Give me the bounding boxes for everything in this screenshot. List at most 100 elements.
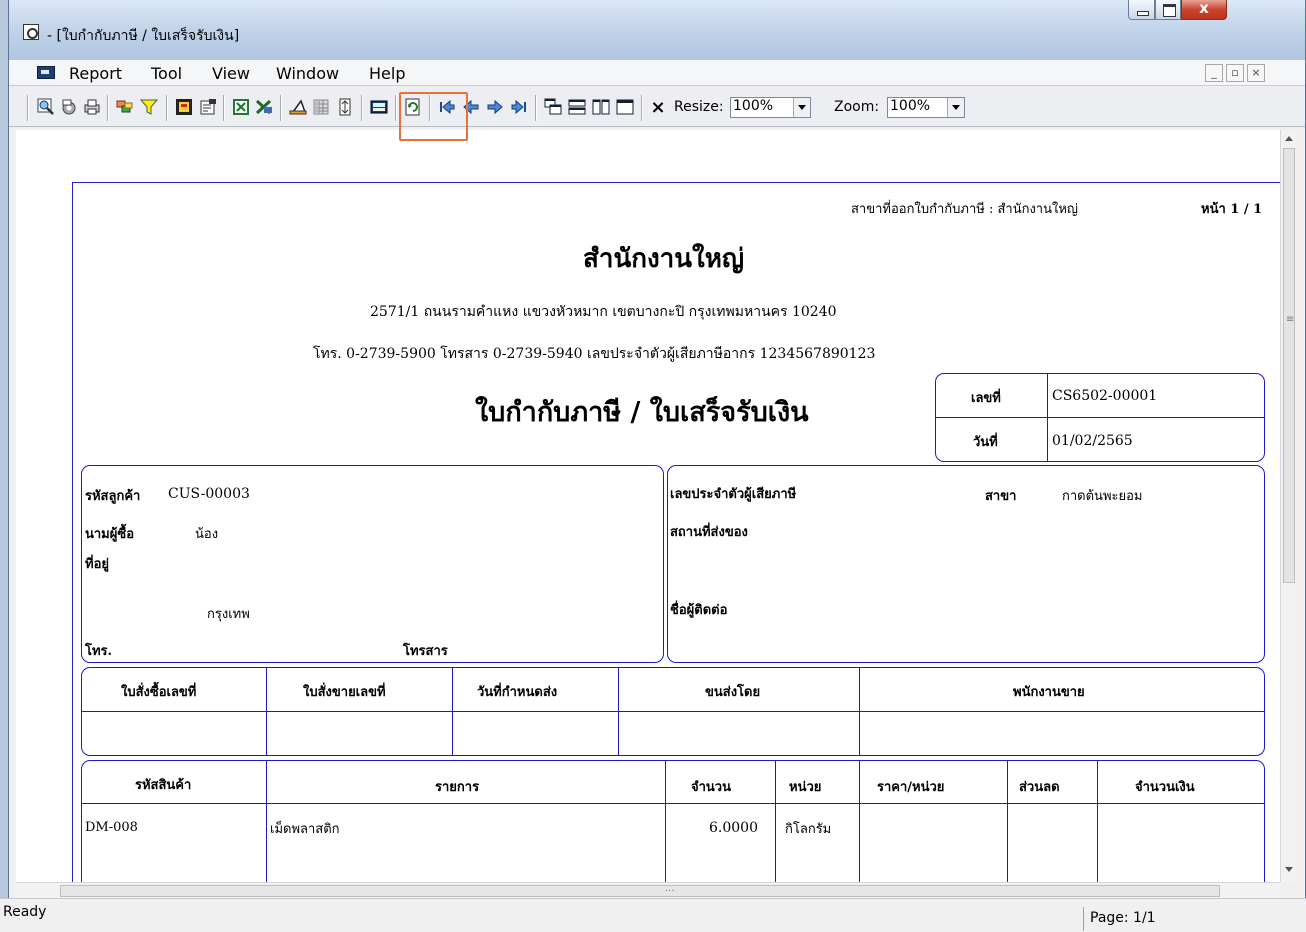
zoom-value: 100% [890, 98, 931, 114]
zoom-select[interactable]: 100% [887, 97, 965, 118]
document-icon[interactable] [37, 66, 55, 79]
resize-value: 100% [733, 98, 774, 114]
ship-label: สถานที่ส่งของ [670, 525, 748, 540]
taxid-label: เลขประจำตัวผู้เสียภาษี [670, 487, 797, 502]
group-icon[interactable] [115, 97, 135, 117]
order-header: ขนส่งโดย [705, 685, 761, 700]
minimize-button[interactable] [1128, 0, 1155, 20]
report-viewport[interactable]: สาขาที่ออกใบกำกับภาษี : สำนักงานใหญ่ หน้… [16, 130, 1289, 882]
item-qty: 6.0000 [709, 820, 758, 836]
status-bar: Ready Page: 1/1 [0, 898, 1306, 932]
print-icon[interactable] [82, 97, 102, 117]
date-label: วันที่ [973, 435, 998, 450]
tile-horizontal-icon[interactable] [567, 97, 587, 117]
menu-help[interactable]: Help [369, 64, 405, 83]
excel-export-icon[interactable] [231, 97, 251, 117]
branch-label: สาขาที่ออกใบกำกับภาษี : สำนักงานใหญ่ [851, 202, 1078, 217]
design-icon[interactable] [174, 97, 194, 117]
resize-select[interactable]: 100% [730, 97, 811, 118]
item-header: รายการ [435, 780, 480, 795]
company-contact: โทร. 0-2739-5900 โทรสาร 0-2739-5940 เลขป… [313, 346, 876, 362]
menu-bar: Report Tool View Window Help _ ▫ × [9, 60, 1305, 86]
mdi-minimize-button[interactable]: _ [1205, 64, 1223, 82]
zoom-label: Zoom: [834, 99, 880, 115]
menu-tool[interactable]: Tool [151, 64, 182, 83]
vertical-scroll-thumb[interactable]: ≡ [1283, 148, 1295, 583]
status-text: Ready [3, 904, 47, 920]
prev-page-icon[interactable] [461, 97, 481, 117]
zoom-icon[interactable] [36, 97, 56, 117]
tel-label: โทร. [85, 644, 113, 659]
tile-vertical-icon[interactable] [591, 97, 611, 117]
date-value: 01/02/2565 [1052, 433, 1133, 449]
address-label: ที่อยู่ [85, 557, 109, 572]
item-unit: กิโลกรัม [785, 822, 832, 837]
cascade-icon[interactable] [543, 97, 563, 117]
branch-value: กาดต้นพะยอม [1062, 489, 1143, 504]
scroll-down-icon[interactable] [1285, 867, 1293, 872]
item-header: จำนวนเงิน [1135, 780, 1195, 795]
next-page-icon[interactable] [485, 97, 505, 117]
order-header: พนักงานขาย [1013, 685, 1085, 700]
order-header: ใบสั่งขายเลขที่ [303, 685, 386, 700]
menu-window[interactable]: Window [276, 64, 339, 83]
company-name: สำนักงานใหญ่ [583, 244, 745, 274]
menu-view[interactable]: View [212, 64, 250, 83]
grid-icon[interactable] [311, 97, 331, 117]
item-header: รหัสสินค้า [135, 778, 192, 793]
fax-label: โทรสาร [403, 644, 448, 659]
print-preview-icon [23, 24, 39, 40]
document-title: ใบกำกับภาษี / ใบเสร็จรับเงิน [475, 397, 809, 428]
customer-code-label: รหัสลูกค้า [85, 489, 141, 504]
chevron-down-icon[interactable] [947, 98, 964, 117]
order-header: วันที่กำหนดส่ง [477, 685, 558, 700]
excel-x-icon[interactable] [254, 97, 274, 117]
row-height-icon[interactable] [335, 97, 355, 117]
horizontal-scrollbar[interactable]: ... [16, 882, 1280, 898]
mdi-restore-button[interactable]: ▫ [1226, 64, 1244, 82]
buyer-label: นามผู้ซื้อ [85, 527, 135, 542]
horizontal-scroll-thumb[interactable]: ... [60, 883, 1220, 897]
close-button[interactable]: x [1181, 0, 1227, 20]
items-table [81, 760, 1265, 882]
form-icon[interactable] [198, 97, 218, 117]
watermark-icon[interactable] [288, 97, 308, 117]
filter-icon[interactable] [139, 97, 159, 117]
print-setup-icon[interactable] [59, 97, 79, 117]
last-page-icon[interactable] [509, 97, 529, 117]
buyer-value: น้อง [195, 527, 219, 542]
city-value: กรุงเทพ [207, 607, 250, 622]
item-header: ราคา/หน่วย [877, 780, 945, 795]
toolbar: × Resize: 100% Zoom: 100% [9, 87, 1305, 127]
close-icon: x [1199, 0, 1209, 17]
doc-no-label: เลขที่ [971, 391, 1001, 406]
refresh-icon[interactable] [403, 97, 423, 117]
item-header: จำนวน [691, 780, 731, 795]
order-header: ใบสั่งซื้อเลขที่ [121, 685, 197, 700]
title-bar[interactable]: - [ใบกำกับภาษี / ใบเสร็จรับเงิน] x [9, 0, 1305, 60]
item-code: DM-008 [85, 820, 138, 835]
page-number: หน้า 1 / 1 [1201, 202, 1263, 217]
item-header: ส่วนลด [1019, 780, 1060, 795]
chevron-down-icon[interactable] [793, 98, 810, 117]
branch-field-label: สาขา [985, 489, 1017, 504]
window-icon[interactable] [615, 97, 635, 117]
item-header: หน่วย [789, 780, 822, 795]
mdi-close-button[interactable]: × [1247, 64, 1265, 82]
scroll-up-icon[interactable] [1285, 136, 1293, 141]
close-preview-icon[interactable]: × [648, 97, 668, 118]
window-title: - [ใบกำกับภาษี / ใบเสร็จรับเงิน] [47, 28, 240, 44]
item-name: เม็ดพลาสติก [270, 822, 340, 837]
vertical-scrollbar[interactable]: ≡ [1280, 130, 1296, 882]
company-address: 2571/1 ถนนรามคำแหง แขวงหัวหมาก เขตบางกะป… [370, 304, 837, 320]
customer-code-value: CUS-00003 [168, 486, 250, 502]
report-page: สาขาที่ออกใบกำกับภาษี : สำนักงานใหญ่ หน้… [72, 182, 1289, 882]
resize-label: Resize: [674, 99, 724, 115]
first-page-icon[interactable] [437, 97, 457, 117]
maximize-button[interactable] [1155, 0, 1181, 20]
menu-report[interactable]: Report [69, 64, 122, 83]
status-page: Page: 1/1 [1083, 907, 1156, 931]
doc-no-value: CS6502-00001 [1052, 388, 1158, 404]
calculator-icon[interactable] [369, 97, 389, 117]
contact-person-label: ชื่อผู้ติดต่อ [670, 603, 728, 618]
